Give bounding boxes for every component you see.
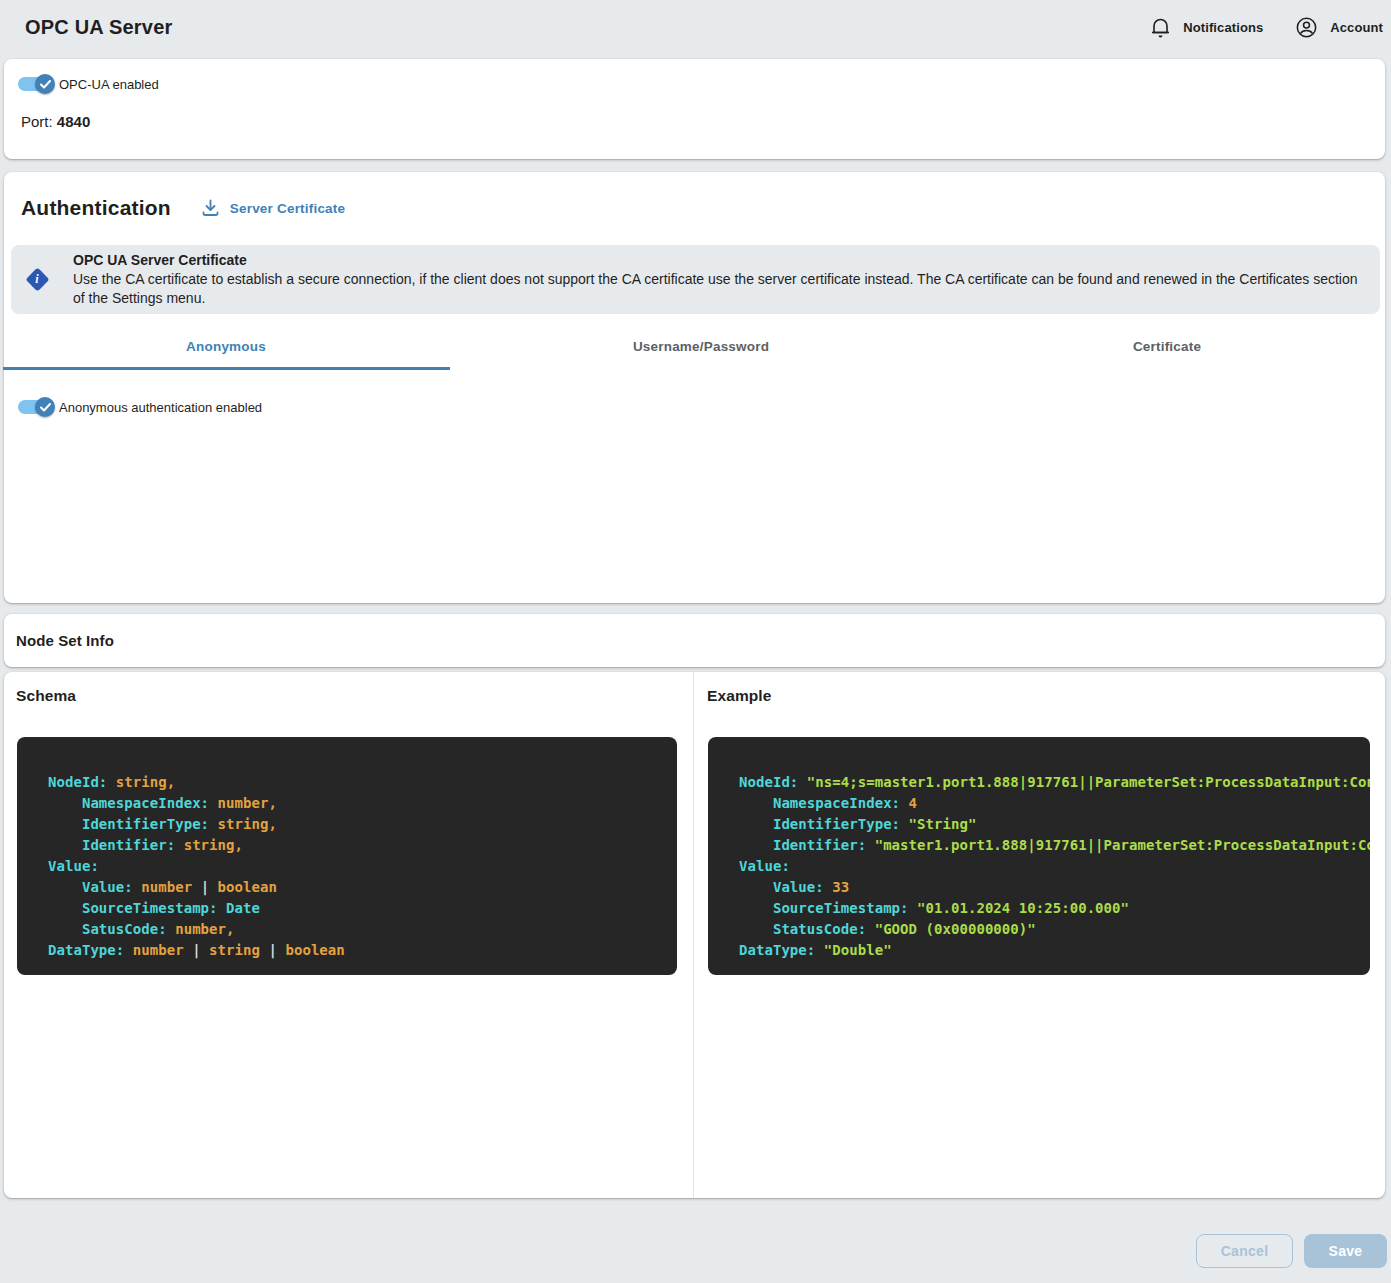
account-button[interactable]: Account <box>1296 17 1383 38</box>
code-line: DataType: "Double" <box>739 940 1339 961</box>
server-card: OPC-UA enabled Port: 4840 <box>4 59 1385 159</box>
banner-title: OPC UA Server Certificate <box>73 251 1373 270</box>
nodeset-body-card: Schema Example NodeId: string, Namespace… <box>4 672 1385 1198</box>
download-icon <box>202 199 219 217</box>
example-title: Example <box>707 687 771 705</box>
save-button[interactable]: Save <box>1304 1234 1387 1268</box>
opcua-enabled-switch[interactable] <box>18 74 54 94</box>
code-line: NamespaceIndex: 4 <box>739 793 1339 814</box>
schema-code-block: NodeId: string, NamespaceIndex: number, … <box>17 737 677 975</box>
notifications-label: Notifications <box>1183 20 1263 35</box>
port-row: Port: 4840 <box>21 113 90 130</box>
notifications-button[interactable]: Notifications <box>1151 17 1263 38</box>
code-line: IdentifierType: string, <box>48 814 646 835</box>
code-line: DataType: number | string | boolean <box>48 940 646 961</box>
anonymous-auth-switch[interactable] <box>18 397 54 417</box>
nodeset-title: Node Set Info <box>16 614 114 667</box>
check-icon <box>40 403 51 412</box>
code-line: NodeId: string, <box>48 772 646 793</box>
schema-title: Schema <box>16 687 76 705</box>
code-line: NamespaceIndex: number, <box>48 793 646 814</box>
certificate-info-banner: i OPC UA Server Certificate Use the CA c… <box>11 245 1380 314</box>
code-line: SourceTimestamp: "01.01.2024 10:25:00.00… <box>739 898 1339 919</box>
top-bar: OPC UA Server Notifications Account <box>0 0 1391 55</box>
account-icon <box>1296 17 1317 38</box>
code-line: SatusCode: number, <box>48 919 646 940</box>
account-label: Account <box>1330 20 1383 35</box>
port-label: Port: <box>21 113 53 130</box>
port-value: 4840 <box>57 113 90 130</box>
bell-icon <box>1151 17 1170 38</box>
code-line: Value: <box>739 856 1339 877</box>
info-icon: i <box>25 268 49 292</box>
tab-certificate[interactable]: Certificate <box>944 322 1390 370</box>
authentication-card: Authentication Server Certificate i OPC … <box>4 172 1385 603</box>
opcua-enabled-label: OPC-UA enabled <box>59 77 159 92</box>
nodeset-header-card: Node Set Info <box>4 614 1385 667</box>
code-line: Value: <box>48 856 646 877</box>
anonymous-auth-label: Anonymous authentication enabled <box>59 400 262 415</box>
switch-thumb <box>35 397 55 417</box>
tab-anonymous[interactable]: Anonymous <box>3 322 449 370</box>
code-line: Identifier: string, <box>48 835 646 856</box>
banner-text: Use the CA certificate to establish a se… <box>73 270 1373 308</box>
auth-tabs: AnonymousUsername/PasswordCertificate <box>4 322 1385 370</box>
server-certificate-button[interactable]: Server Certificate <box>202 199 345 217</box>
code-line: StatusCode: "GOOD (0x00000000)" <box>739 919 1339 940</box>
cancel-button[interactable]: Cancel <box>1196 1234 1293 1268</box>
page-title: OPC UA Server <box>25 16 172 39</box>
example-code-block: NodeId: "ns=4;s=master1.port1.888|917761… <box>708 737 1370 975</box>
check-icon <box>40 80 51 89</box>
code-line: NodeId: "ns=4;s=master1.port1.888|917761… <box>739 772 1339 793</box>
code-line: IdentifierType: "String" <box>739 814 1339 835</box>
column-divider <box>693 672 694 1198</box>
authentication-title: Authentication <box>21 196 171 220</box>
server-certificate-label: Server Certificate <box>230 201 345 216</box>
code-line: Value: 33 <box>739 877 1339 898</box>
code-line: SourceTimestamp: Date <box>48 898 646 919</box>
tab-username-password[interactable]: Username/Password <box>478 322 924 370</box>
code-line: Value: number | boolean <box>48 877 646 898</box>
code-line: Identifier: "master1.port1.888|917761||P… <box>739 835 1339 856</box>
switch-thumb <box>35 74 55 94</box>
